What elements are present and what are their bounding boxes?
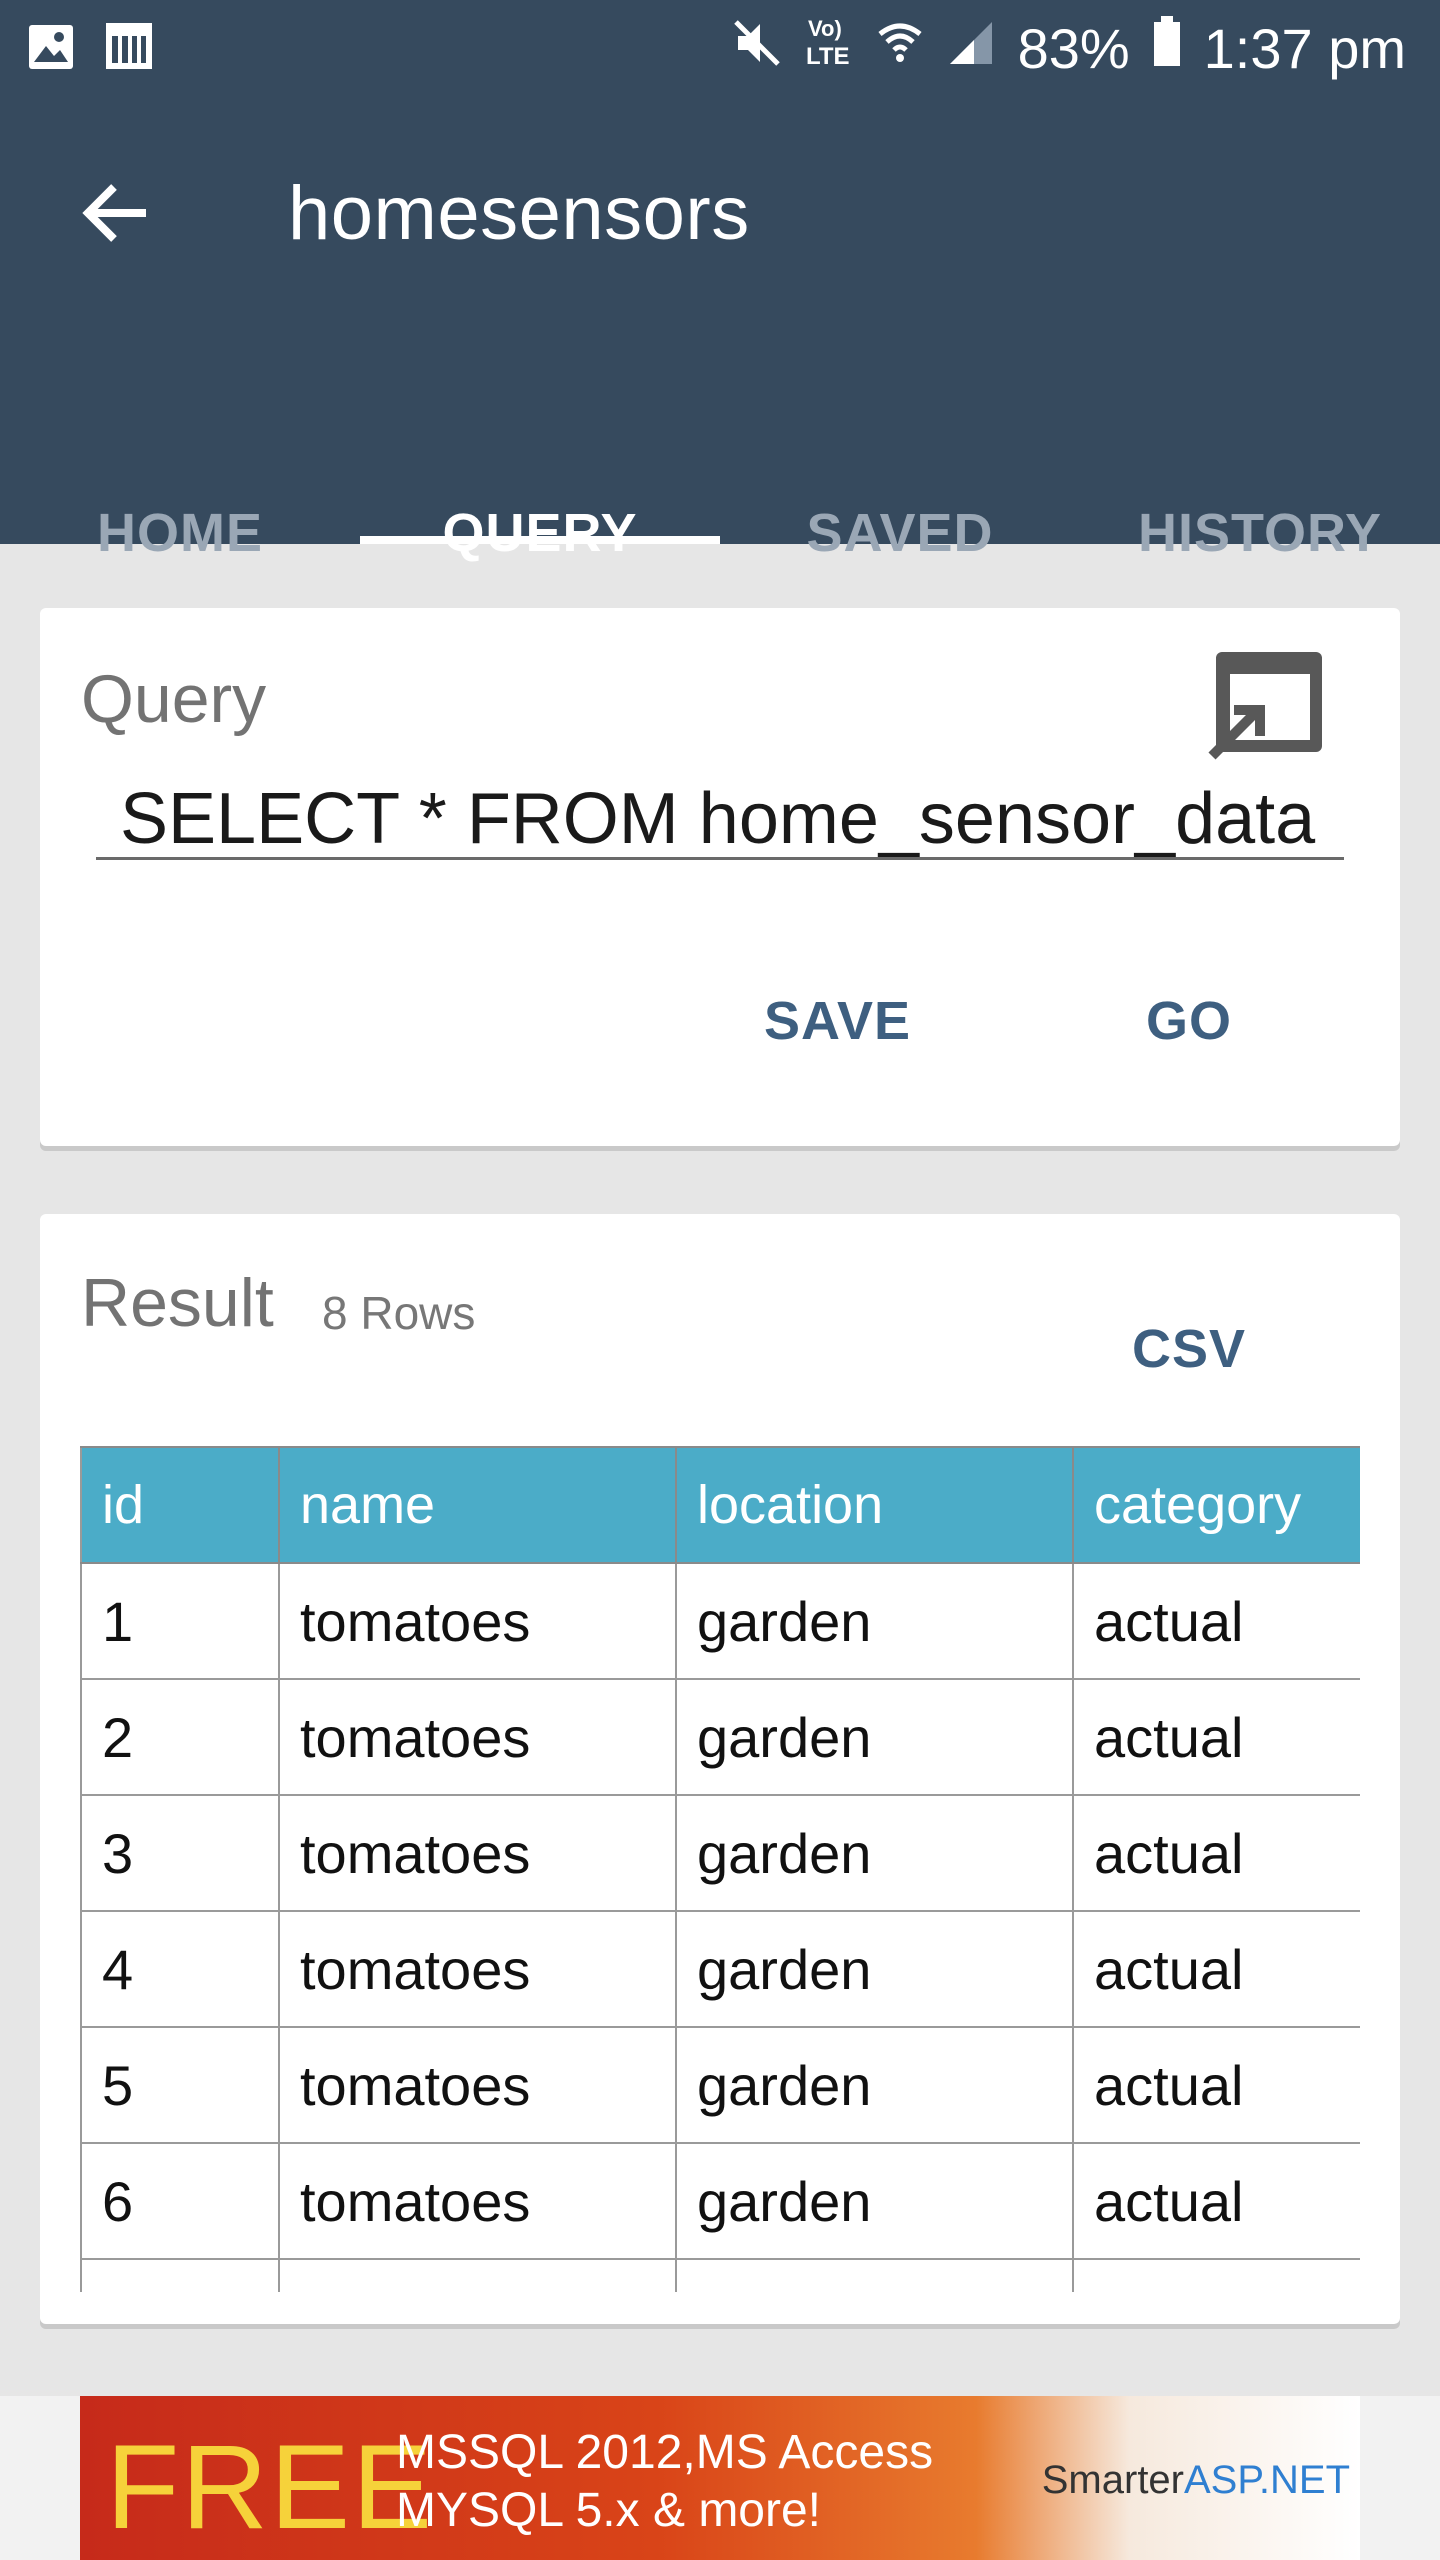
table-cell — [1072, 2258, 1360, 2292]
table-header-row: id name location category — [80, 1446, 1360, 1564]
volte-icon: Vo) LTE — [804, 14, 854, 83]
tab-saved[interactable]: SAVED — [720, 378, 1080, 563]
table-cell: garden — [675, 1910, 1074, 2028]
image-icon — [26, 22, 76, 77]
table-cell: 4 — [80, 1910, 280, 2028]
column-header-name: name — [278, 1446, 677, 1564]
table-row: 1 tomatoes garden actual — [80, 1562, 1360, 1680]
table-cell: tomatoes — [278, 2142, 677, 2260]
tab-history[interactable]: HISTORY — [1080, 378, 1440, 563]
battery-percent: 83% — [1017, 17, 1130, 80]
table-row: 2 tomatoes garden actual — [80, 1678, 1360, 1796]
table-cell: actual — [1072, 1794, 1360, 1912]
ad-brand-main: Smarter — [1041, 2458, 1184, 2502]
table-cell: garden — [675, 1562, 1074, 1680]
battery-icon — [1152, 16, 1182, 81]
query-card-title: Query — [81, 661, 267, 737]
svg-text:LTE: LTE — [806, 43, 850, 70]
table-cell: tomatoes — [278, 1794, 677, 1912]
table-cell: tomatoes — [278, 1678, 677, 1796]
table-cell: actual — [1072, 2142, 1360, 2260]
column-header-category: category — [1072, 1446, 1360, 1564]
table-row: 5 tomatoes garden actual — [80, 2026, 1360, 2144]
table-cell: 3 — [80, 1794, 280, 1912]
table-cell: garden — [675, 2142, 1074, 2260]
table-cell: actual — [1072, 1678, 1360, 1796]
go-button[interactable]: GO — [1146, 990, 1232, 1052]
query-card: Query SAVE GO — [40, 608, 1400, 1146]
status-bar: Vo) LTE 83% 1:37 pm — [0, 0, 1440, 98]
ad-brand-accent: ASP.NET — [1184, 2458, 1350, 2502]
wifi-icon — [876, 16, 924, 81]
table-cell: tomatoes — [278, 1910, 677, 2028]
tab-home[interactable]: HOME — [0, 378, 360, 563]
table-cell: tomatoes — [278, 2026, 677, 2144]
table-row: 6 tomatoes garden actual — [80, 2142, 1360, 2260]
query-input[interactable] — [96, 788, 1344, 860]
status-right-icons: Vo) LTE 83% 1:37 pm — [732, 14, 1406, 83]
column-header-id: id — [80, 1446, 280, 1564]
ad-area: FREE MSSQL 2012,MS Access MYSQL 5.x & mo… — [0, 2396, 1440, 2560]
save-button[interactable]: SAVE — [764, 990, 911, 1052]
table-cell: 1 — [80, 1562, 280, 1680]
ad-line-1: MSSQL 2012,MS Access — [396, 2426, 934, 2479]
table-cell: actual — [1072, 2026, 1360, 2144]
table-cell — [278, 2258, 677, 2292]
table-cell — [80, 2258, 280, 2292]
signal-icon — [946, 16, 996, 81]
open-editor-icon[interactable] — [1206, 648, 1326, 760]
svg-text:Vo): Vo) — [808, 16, 842, 41]
table-cell: tomatoes — [278, 1562, 677, 1680]
app-bar: homesensors HOME QUERY SAVED HISTORY — [0, 98, 1440, 563]
calendar-icon — [106, 22, 152, 77]
ad-text: MSSQL 2012,MS Access MYSQL 5.x & more! — [396, 2424, 933, 2540]
column-header-location: location — [675, 1446, 1074, 1564]
tab-query[interactable]: QUERY — [360, 378, 720, 563]
table-cell: actual — [1072, 1562, 1360, 1680]
table-row — [80, 2258, 1360, 2292]
table-cell: 5 — [80, 2026, 280, 2144]
clock-time: 1:37 pm — [1203, 17, 1406, 80]
status-left-icons — [26, 22, 152, 77]
table-cell: garden — [675, 1794, 1074, 1912]
tab-bar: HOME QUERY SAVED HISTORY — [0, 378, 1440, 563]
mute-icon — [732, 16, 782, 81]
table-cell: actual — [1072, 1910, 1360, 2028]
app-title: homesensors — [288, 171, 750, 256]
ad-line-2: MYSQL 5.x & more! — [396, 2484, 822, 2537]
result-card-title: Result — [81, 1265, 274, 1341]
table-cell — [675, 2258, 1074, 2292]
result-table-scroll[interactable]: id name location category 1 tomatoes gar… — [80, 1446, 1360, 2292]
table-cell: 6 — [80, 2142, 280, 2260]
ad-banner[interactable]: FREE MSSQL 2012,MS Access MYSQL 5.x & mo… — [80, 2396, 1360, 2560]
table-cell: garden — [675, 2026, 1074, 2144]
ad-brand-logo: SmarterASP.NET — [1042, 2458, 1350, 2503]
table-cell: garden — [675, 1678, 1074, 1796]
result-card: Result 8 Rows CSV id name location categ… — [40, 1214, 1400, 2324]
row-count: 8 Rows — [322, 1287, 476, 1339]
back-arrow-icon — [82, 184, 146, 242]
csv-button[interactable]: CSV — [1132, 1318, 1246, 1380]
table-cell: 2 — [80, 1678, 280, 1796]
table-row: 3 tomatoes garden actual — [80, 1794, 1360, 1912]
result-table: id name location category 1 tomatoes gar… — [80, 1446, 1360, 2292]
ad-free-text: FREE — [106, 2420, 435, 2554]
table-row: 4 tomatoes garden actual — [80, 1910, 1360, 2028]
back-button[interactable] — [70, 168, 160, 258]
